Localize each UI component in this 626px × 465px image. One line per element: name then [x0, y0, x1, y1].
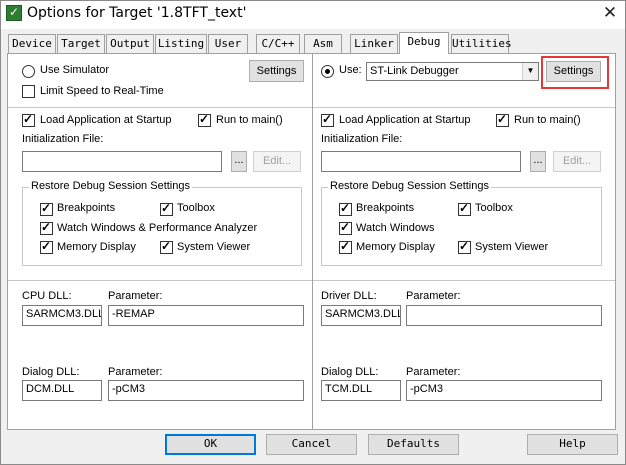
left-dialog-dll-input[interactable]: DCM.DLL — [22, 380, 102, 401]
right-dialog-param-label: Parameter: — [406, 366, 461, 378]
tab-utilities[interactable]: Utilities — [451, 34, 512, 53]
limit-speed-label: Limit Speed to Real-Time — [40, 85, 164, 97]
use-debugger-radio[interactable] — [321, 65, 334, 78]
settings-highlight-box — [541, 56, 609, 89]
left-toolbox-label: Toolbox — [177, 202, 215, 214]
cpu-dll-label: CPU DLL: — [22, 290, 72, 302]
defaults-button[interactable]: Defaults — [368, 434, 459, 455]
right-init-file-label: Initialization File: — [321, 133, 403, 145]
app-icon — [6, 5, 22, 21]
tab-user[interactable]: User — [208, 34, 248, 53]
tab-c-cpp[interactable]: C/C++ — [256, 34, 300, 53]
left-toolbox-checkbox[interactable] — [160, 201, 173, 216]
left-restore-title: Restore Debug Session Settings — [29, 180, 192, 192]
left-run-to-main-label: Run to main() — [216, 114, 283, 126]
right-run-to-main-checkbox[interactable] — [496, 112, 509, 127]
right-dialog-dll-label: Dialog DLL: — [321, 366, 379, 378]
ok-button[interactable]: OK — [165, 434, 256, 455]
window-title: Options for Target '1.8TFT_text' — [27, 5, 247, 21]
right-dialog-param-input[interactable]: -pCM3 — [406, 380, 602, 401]
right-run-to-main-label: Run to main() — [514, 114, 581, 126]
left-system-viewer-checkbox[interactable] — [160, 239, 173, 254]
right-toolbox-label: Toolbox — [475, 202, 513, 214]
left-breakpoints-checkbox[interactable] — [40, 201, 53, 216]
cpu-param-label: Parameter: — [108, 290, 163, 302]
tab-linker[interactable]: Linker — [350, 34, 398, 53]
right-memory-display-label: Memory Display — [356, 241, 435, 253]
right-watch-windows-label: Watch Windows — [356, 222, 435, 234]
left-memory-display-checkbox[interactable] — [40, 239, 53, 254]
left-init-file-input[interactable] — [22, 151, 222, 172]
right-system-viewer-checkbox[interactable] — [458, 239, 471, 254]
left-memory-display-label: Memory Display — [57, 241, 136, 253]
tab-target[interactable]: Target — [57, 34, 105, 53]
right-system-viewer-label: System Viewer — [475, 241, 549, 253]
right-browse-button[interactable]: ... — [530, 151, 546, 172]
tab-asm[interactable]: Asm — [304, 34, 342, 53]
tab-listing[interactable]: Listing — [155, 34, 207, 53]
left-separator — [8, 107, 312, 108]
left-run-to-main-checkbox[interactable] — [198, 112, 211, 127]
right-load-app-checkbox[interactable] — [321, 112, 334, 127]
left-system-viewer-label: System Viewer — [177, 241, 251, 253]
right-separator — [313, 107, 615, 108]
cpu-dll-input[interactable]: SARMCM3.DLL — [22, 305, 102, 326]
left-watch-windows-label: Watch Windows & Performance Analyzer — [57, 222, 258, 234]
right-memory-display-checkbox[interactable] — [339, 239, 352, 254]
right-init-file-input[interactable] — [321, 151, 521, 172]
tab-output[interactable]: Output — [106, 34, 154, 53]
left-load-app-label: Load Application at Startup — [40, 114, 172, 126]
left-dialog-dll-label: Dialog DLL: — [22, 366, 80, 378]
use-simulator-radio[interactable] — [22, 65, 35, 78]
right-watch-windows-checkbox[interactable] — [339, 220, 352, 235]
limit-speed-checkbox[interactable] — [22, 85, 35, 98]
driver-dll-label: Driver DLL: — [321, 290, 377, 302]
right-edit-button[interactable]: Edit... — [553, 151, 601, 172]
driver-param-label: Parameter: — [406, 290, 461, 302]
driver-dll-input[interactable]: SARMCM3.DLL — [321, 305, 401, 326]
left-dialog-param-label: Parameter: — [108, 366, 163, 378]
left-dialog-param-input[interactable]: -pCM3 — [108, 380, 304, 401]
right-load-app-label: Load Application at Startup — [339, 114, 471, 126]
right-dialog-dll-input[interactable]: TCM.DLL — [321, 380, 401, 401]
left-edit-button[interactable]: Edit... — [253, 151, 301, 172]
use-simulator-label: Use Simulator — [40, 64, 110, 76]
close-icon[interactable]: ✕ — [598, 2, 622, 24]
left-breakpoints-label: Breakpoints — [57, 202, 116, 214]
right-breakpoints-checkbox[interactable] — [339, 201, 352, 216]
debugger-select-value: ST-Link Debugger — [370, 65, 459, 77]
debugger-select[interactable]: ST-Link Debugger ▼ — [366, 62, 539, 81]
chevron-down-icon[interactable]: ▼ — [522, 63, 538, 80]
cancel-button[interactable]: Cancel — [266, 434, 357, 455]
left-browse-button[interactable]: ... — [231, 151, 247, 172]
tab-debug[interactable]: Debug — [399, 32, 449, 54]
right-separator-2 — [313, 280, 615, 281]
tab-device[interactable]: Device — [8, 34, 56, 53]
use-label: Use: — [339, 64, 362, 76]
right-toolbox-checkbox[interactable] — [458, 201, 471, 216]
left-separator-2 — [8, 280, 312, 281]
left-watch-windows-checkbox[interactable] — [40, 220, 53, 235]
right-breakpoints-label: Breakpoints — [356, 202, 415, 214]
panel-divider — [312, 54, 313, 430]
cpu-param-input[interactable]: -REMAP — [108, 305, 304, 326]
driver-param-input[interactable] — [406, 305, 602, 326]
left-load-app-checkbox[interactable] — [22, 112, 35, 127]
right-restore-title: Restore Debug Session Settings — [328, 180, 491, 192]
left-init-file-label: Initialization File: — [22, 133, 104, 145]
help-button[interactable]: Help — [527, 434, 618, 455]
simulator-settings-button[interactable]: Settings — [249, 60, 304, 82]
